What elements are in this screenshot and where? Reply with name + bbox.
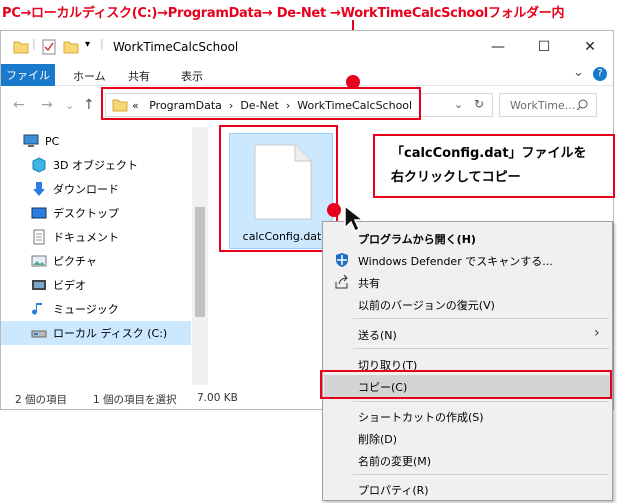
menu-rename[interactable]: 名前の変更(M) xyxy=(324,449,611,471)
address-marker xyxy=(346,75,360,89)
sidebar-item-label: 3D オブジェクト xyxy=(53,159,138,172)
folder-icon xyxy=(13,41,29,54)
sidebar-item-3d-objects[interactable]: 3D オブジェクト xyxy=(1,153,191,177)
menu-share[interactable]: 共有 xyxy=(324,271,611,293)
scrollbar-thumb[interactable] xyxy=(195,207,205,317)
selection-size: 7.00 KB xyxy=(197,392,238,404)
menu-properties[interactable]: プロパティ(R) xyxy=(324,478,611,500)
sidebar-item-label: デスクトップ xyxy=(53,207,119,220)
sidebar-item-label: ビデオ xyxy=(53,279,86,292)
item-count: 2 個の項目 xyxy=(15,394,68,406)
properties-icon[interactable] xyxy=(41,39,57,55)
file-highlight xyxy=(219,125,338,252)
recent-locations-button[interactable]: ⌄ xyxy=(65,99,74,112)
address-highlight xyxy=(101,87,421,120)
sidebar-item-label: PC xyxy=(45,134,60,148)
breadcrumb-caption: PC→ローカルディスク(C:)→ProgramData→ De-Net →Wor… xyxy=(2,6,565,21)
search-input[interactable]: WorkTime... xyxy=(499,93,597,117)
sidebar-item-pictures[interactable]: ピクチャ xyxy=(1,249,191,273)
minimize-button[interactable]: — xyxy=(475,31,521,63)
help-icon[interactable]: ? xyxy=(593,67,607,81)
copy-highlight xyxy=(320,370,612,399)
forward-button[interactable]: → xyxy=(41,97,53,113)
search-placeholder: WorkTime... xyxy=(510,99,576,112)
local-disk-icon xyxy=(31,330,47,338)
navigation-pane: PC 3D オブジェクト ダウンロード デスクトップ ドキュメント ピクチャ ビ… xyxy=(1,127,206,385)
menu-create-shortcut[interactable]: ショートカットの作成(S) xyxy=(324,405,611,427)
sidebar-item-documents[interactable]: ドキュメント xyxy=(1,225,191,249)
menu-restore-previous[interactable]: 以前のバージョンの復元(V) xyxy=(324,293,611,315)
menu-open-with[interactable]: プログラムから開く(H) xyxy=(324,227,611,249)
document-icon xyxy=(33,229,45,245)
sidebar-item-label: ピクチャ xyxy=(53,255,97,268)
desktop-icon xyxy=(31,207,47,219)
refresh-icon[interactable]: ↻ xyxy=(474,97,484,111)
sidebar-item-pc[interactable]: PC xyxy=(1,129,191,153)
sidebar-item-label: ミュージック xyxy=(53,303,119,316)
ribbon-expand-icon[interactable]: ⌄ xyxy=(573,65,584,80)
tab-file[interactable]: ファイル xyxy=(1,64,55,86)
new-folder-icon[interactable] xyxy=(63,39,79,55)
share-icon xyxy=(335,274,348,289)
search-icon xyxy=(576,99,588,111)
mouse-cursor-icon xyxy=(344,205,364,233)
qa-dropdown-icon[interactable]: ▾ xyxy=(85,39,90,50)
sidebar-item-label: ローカル ディスク (C:) xyxy=(53,327,168,340)
download-icon xyxy=(33,182,45,196)
pc-icon xyxy=(23,134,39,147)
tab-share[interactable]: 共有 xyxy=(128,68,150,84)
callout-line-1: 「calcConfig.dat」ファイルを xyxy=(391,146,587,161)
menu-send-to[interactable]: 送る(N) › xyxy=(324,323,611,345)
sidebar-item-music[interactable]: ミュージック xyxy=(1,297,191,321)
file-marker xyxy=(327,203,341,217)
3d-objects-icon xyxy=(32,157,46,173)
pictures-icon xyxy=(31,255,47,267)
context-menu: プログラムから開く(H) Windows Defender でスキャンする...… xyxy=(322,221,613,501)
window-title: WorkTimeCalcSchool xyxy=(113,40,239,54)
tab-home[interactable]: ホーム xyxy=(73,68,106,84)
video-icon xyxy=(32,280,46,290)
menu-defender-scan[interactable]: Windows Defender でスキャンする... xyxy=(324,249,611,271)
defender-icon xyxy=(336,253,348,267)
tab-view[interactable]: 表示 xyxy=(181,68,203,84)
close-button[interactable]: ✕ xyxy=(567,31,613,63)
selection-count: 1 個の項目を選択 xyxy=(93,394,177,406)
title-bar: | ▾ | WorkTimeCalcSchool — ☐ ✕ xyxy=(1,31,613,64)
sidebar-scrollbar[interactable] xyxy=(192,127,208,385)
up-button[interactable]: ↑ xyxy=(83,97,95,113)
sidebar-item-downloads[interactable]: ダウンロード xyxy=(1,177,191,201)
ribbon-tabs: ファイル ホーム 共有 表示 ⌄ ? xyxy=(1,64,613,86)
music-icon xyxy=(32,303,42,315)
sidebar-item-videos[interactable]: ビデオ xyxy=(1,273,191,297)
back-button[interactable]: ← xyxy=(13,97,25,113)
chevron-right-icon: › xyxy=(594,325,600,341)
callout-line-2: 右クリックしてコピー xyxy=(391,170,521,185)
sidebar-item-label: ダウンロード xyxy=(53,183,119,196)
menu-delete[interactable]: 削除(D) xyxy=(324,427,611,449)
sidebar-item-desktop[interactable]: デスクトップ xyxy=(1,201,191,225)
instruction-callout: 「calcConfig.dat」ファイルを 右クリックしてコピー xyxy=(373,134,615,198)
address-dropdown-icon[interactable]: ⌄ xyxy=(454,98,463,111)
sidebar-item-label: ドキュメント xyxy=(53,231,119,244)
sidebar-item-local-disk[interactable]: ローカル ディスク (C:) xyxy=(1,321,191,345)
maximize-button[interactable]: ☐ xyxy=(521,31,567,63)
